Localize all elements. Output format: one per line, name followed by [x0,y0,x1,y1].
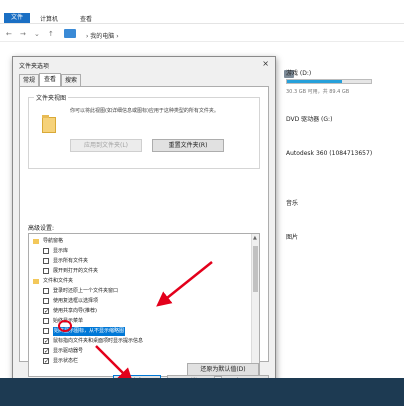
arrow-to-option [156,261,213,307]
taskbar [0,378,404,406]
arrow-to-ok [95,345,134,384]
annotation-arrows [95,261,213,384]
